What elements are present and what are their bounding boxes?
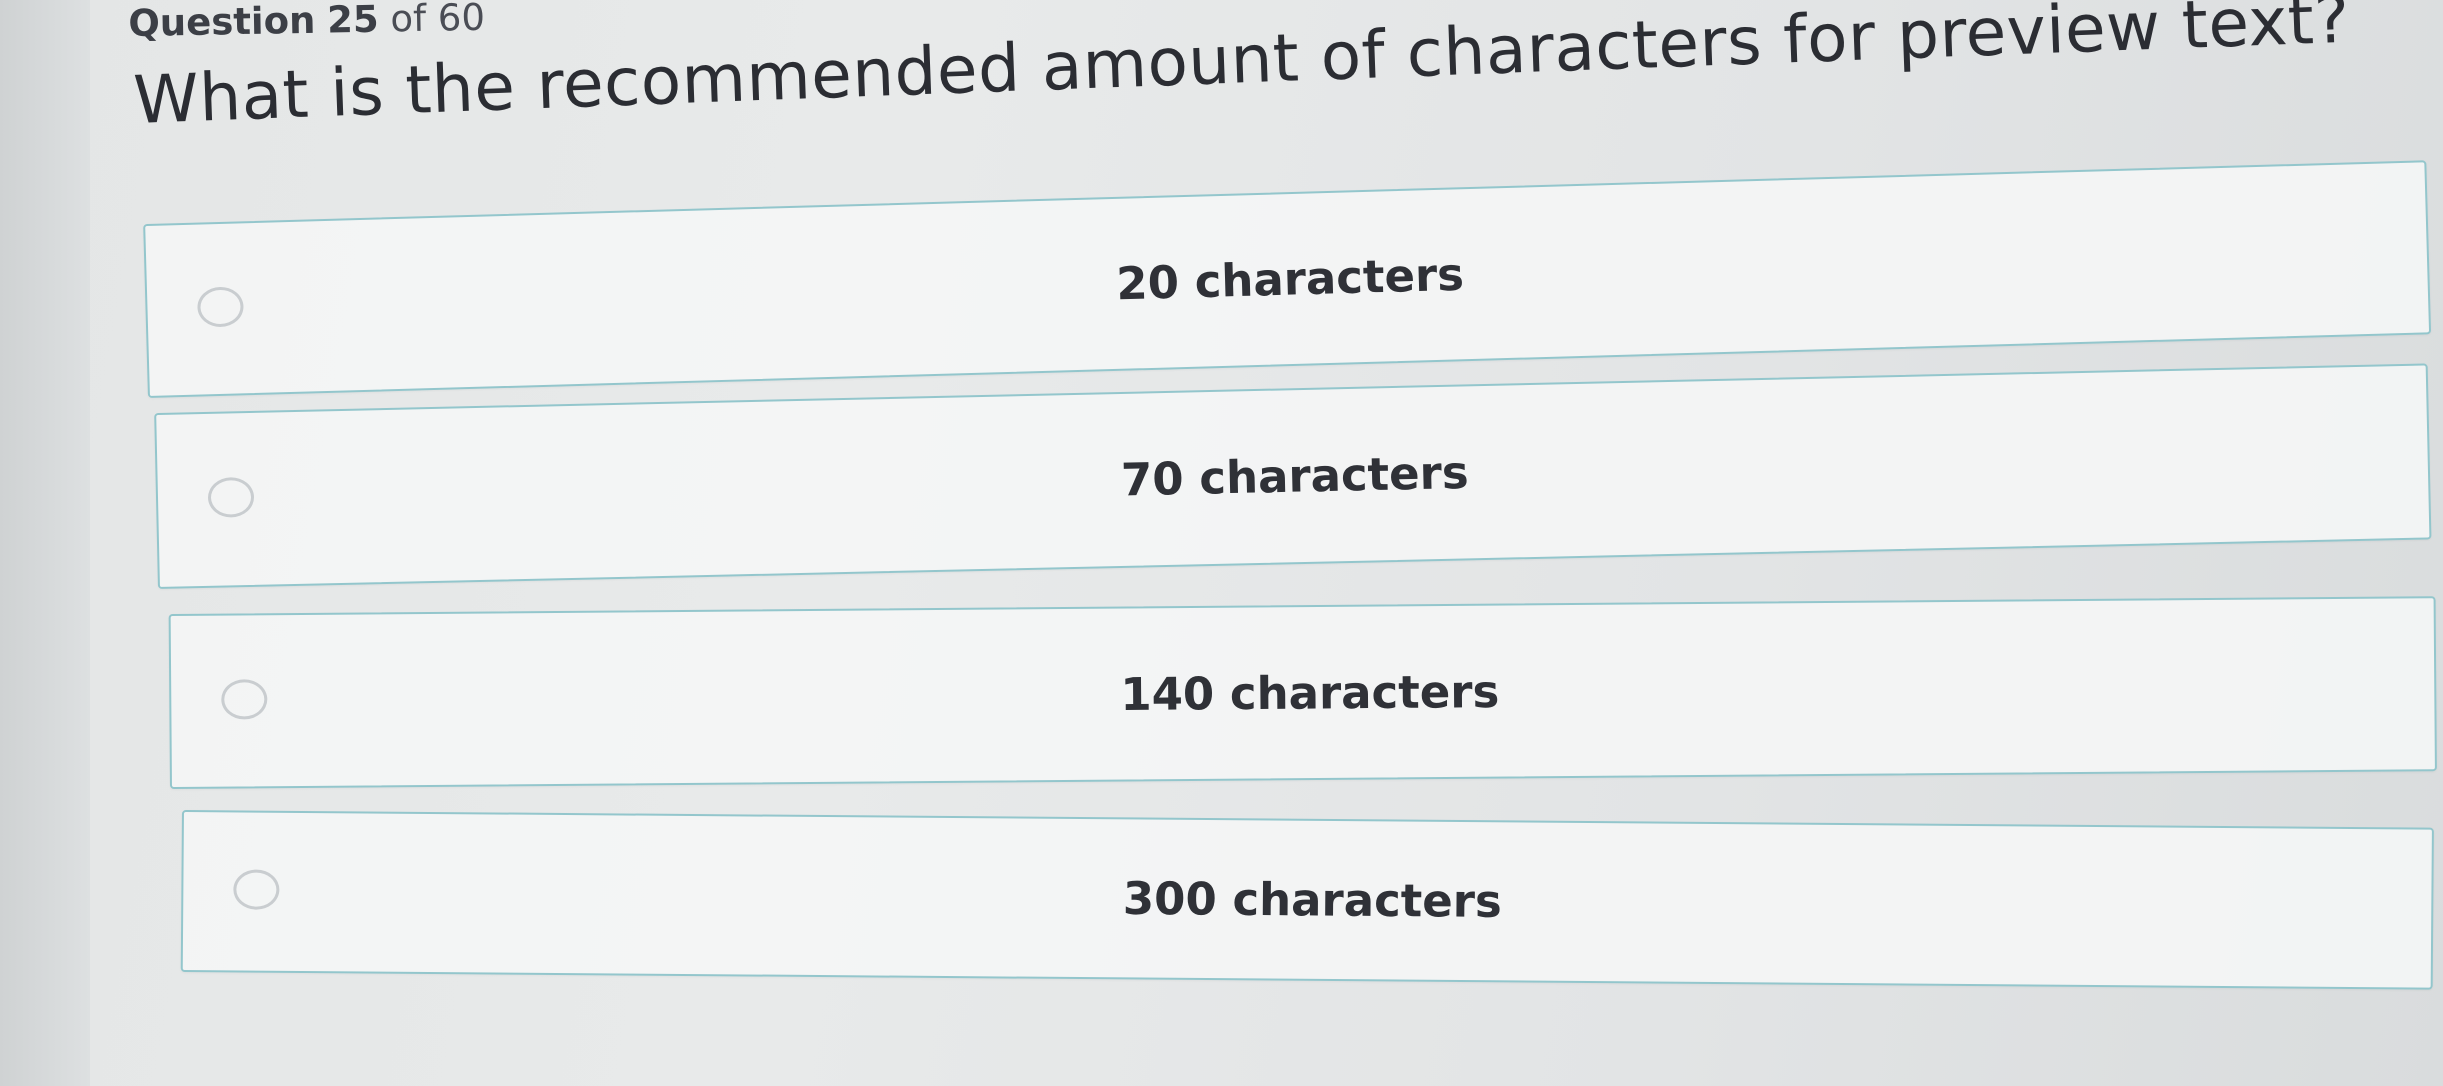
question-label: Question — [128, 0, 316, 45]
answer-option-70-characters[interactable]: 70 characters — [154, 363, 2432, 589]
answer-option-300-characters[interactable]: 300 characters — [180, 810, 2434, 990]
question-counter: Question 25 of 60 — [128, 0, 485, 45]
answer-option-label: 70 characters — [1120, 445, 1470, 507]
answer-option-label: 20 characters — [1115, 247, 1465, 311]
answer-option-20-characters[interactable]: 20 characters — [143, 160, 2432, 398]
answer-option-label: 140 characters — [1120, 664, 1500, 721]
answer-option-label: 300 characters — [1122, 871, 1502, 928]
question-total: of 60 — [390, 0, 486, 41]
background-edge — [0, 0, 90, 1086]
question-number: 25 — [326, 0, 380, 42]
answer-option-140-characters[interactable]: 140 characters — [168, 596, 2437, 789]
